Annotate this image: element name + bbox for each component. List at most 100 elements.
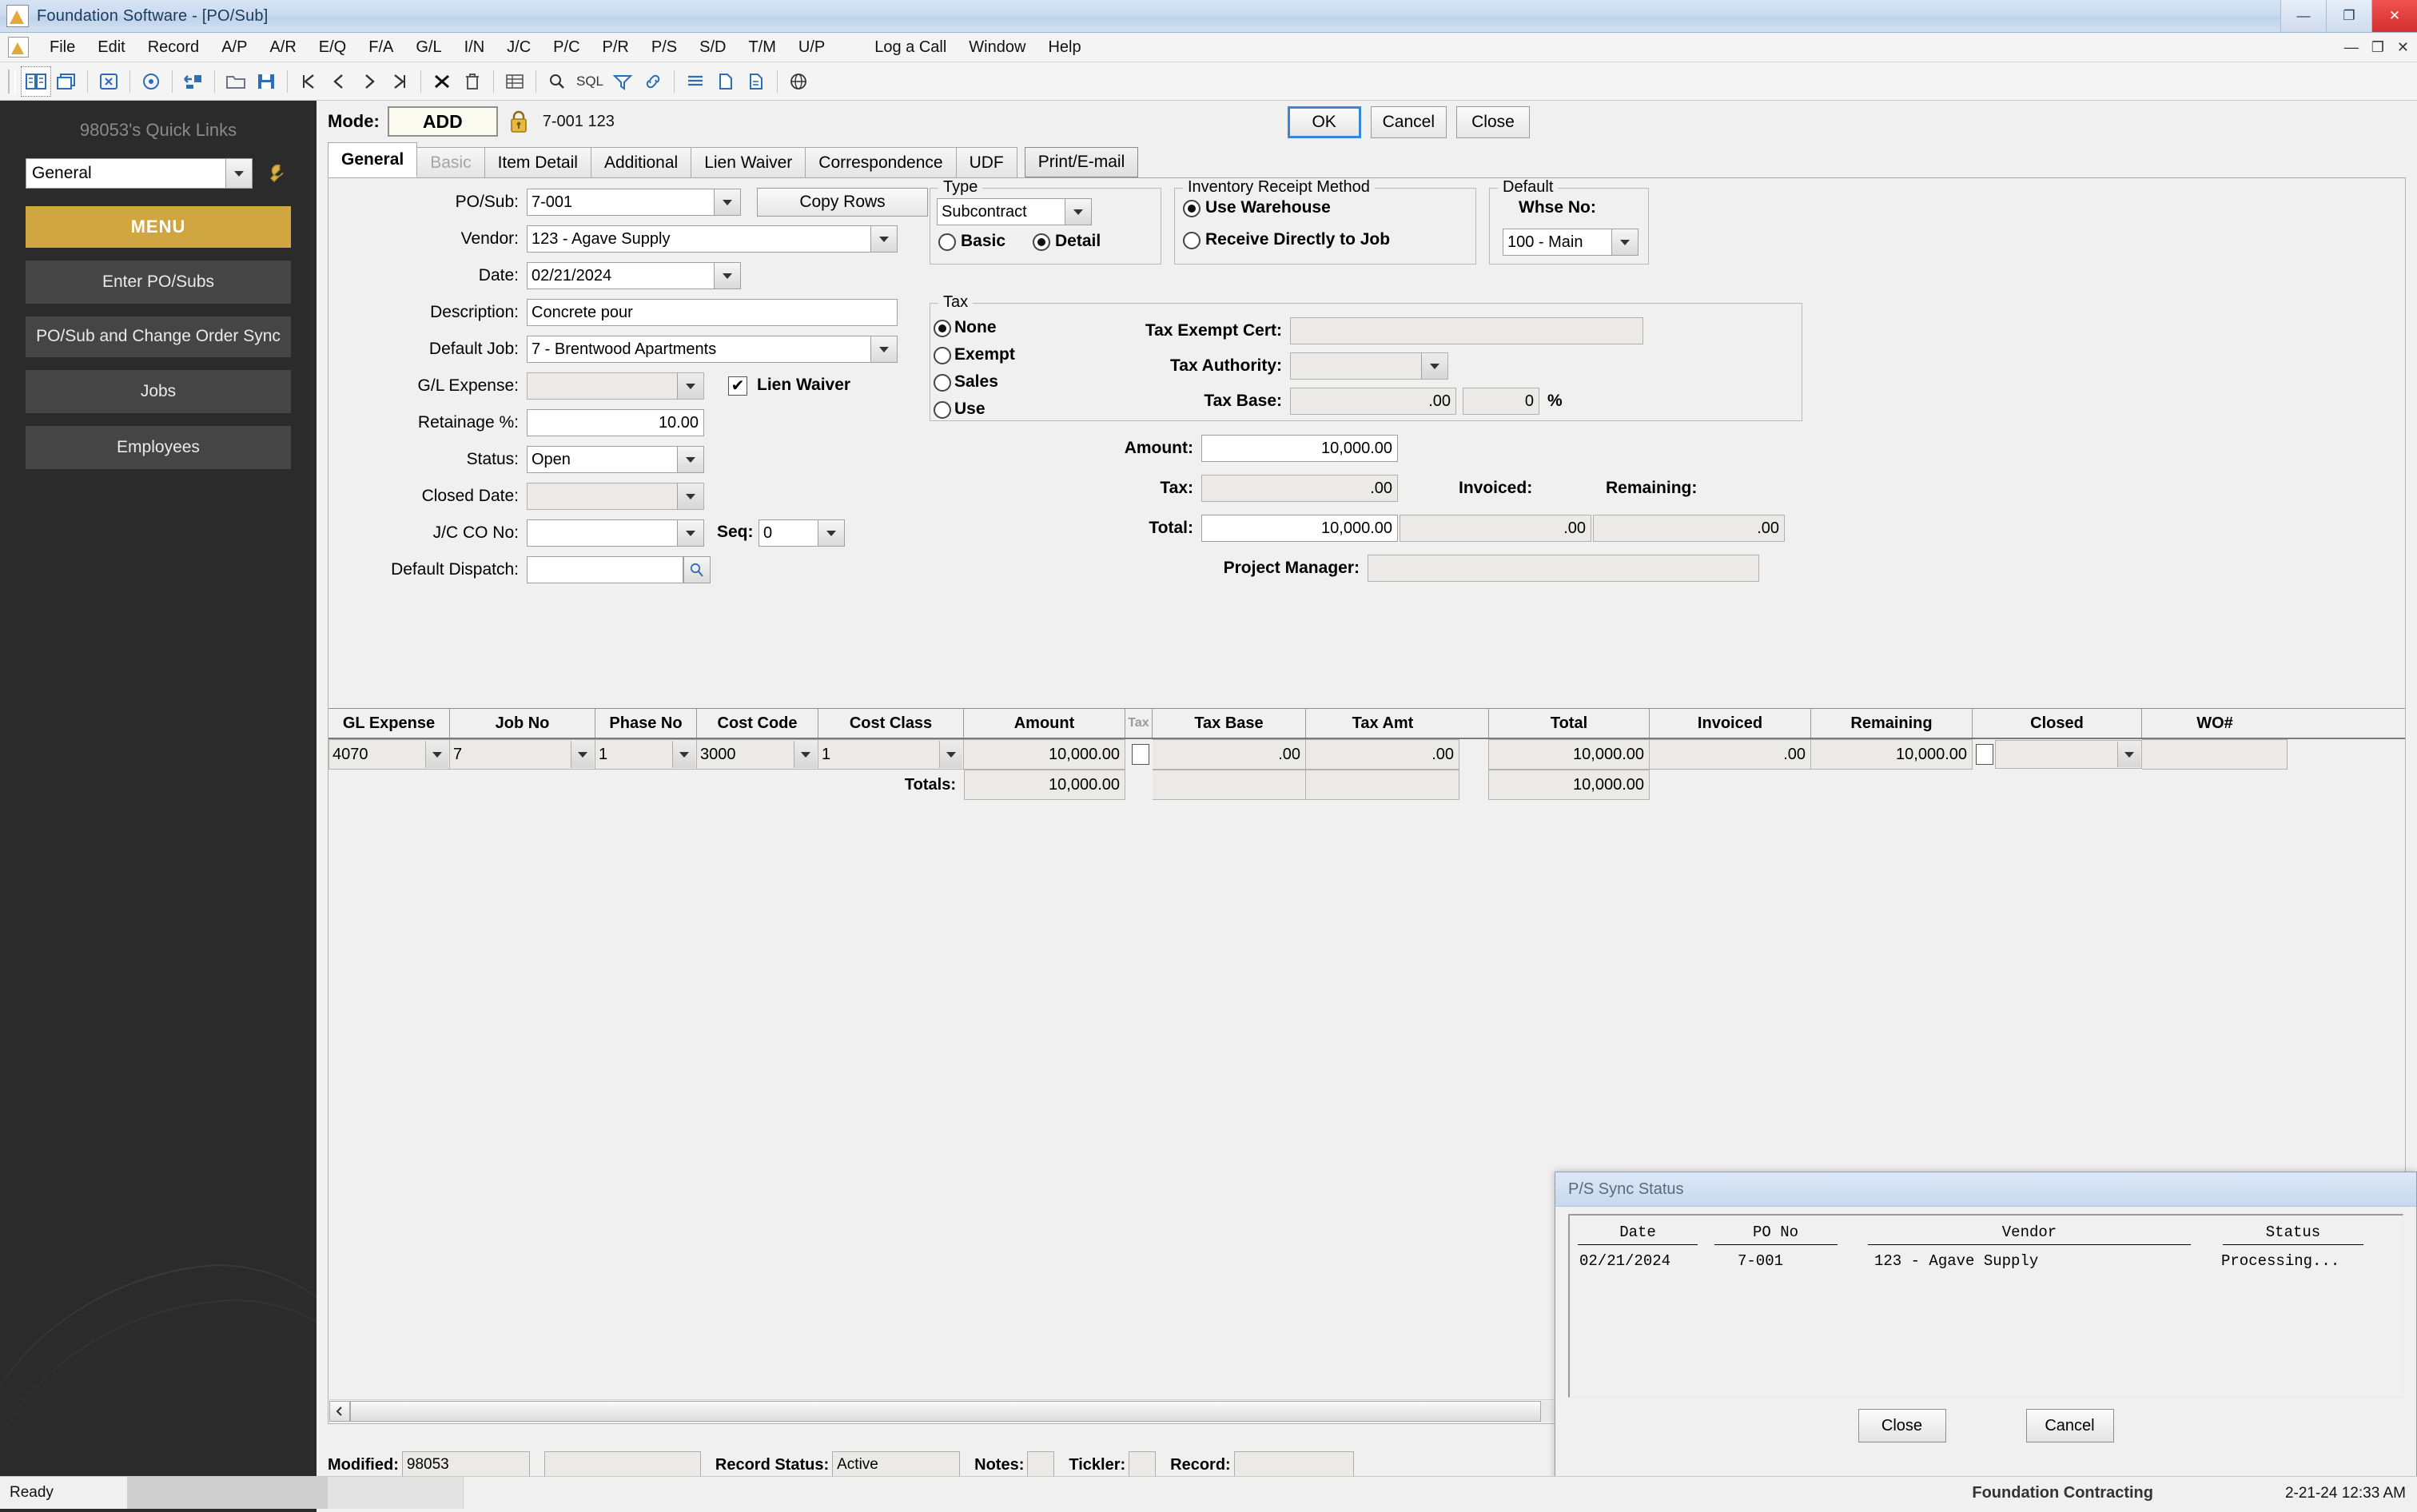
- type-select[interactable]: Subcontract: [937, 198, 1092, 225]
- previous-record-icon[interactable]: [324, 66, 354, 97]
- seq-field[interactable]: 0: [759, 519, 845, 547]
- wrench-icon[interactable]: [259, 158, 291, 189]
- close-form-button[interactable]: Close: [1456, 106, 1530, 138]
- menu-item-log-a-call[interactable]: Log a Call: [863, 38, 958, 57]
- chevron-down-icon[interactable]: [794, 741, 817, 768]
- cancel-button[interactable]: Cancel: [1371, 106, 1447, 138]
- menu-item-up[interactable]: U/P: [787, 38, 836, 57]
- status-field[interactable]: Open: [527, 446, 704, 473]
- chevron-down-icon[interactable]: [939, 741, 962, 768]
- jc-co-no-field[interactable]: [527, 519, 704, 547]
- gl-expense-field[interactable]: [527, 372, 704, 400]
- close-window-icon[interactable]: [94, 66, 124, 97]
- closed-date-field[interactable]: [527, 483, 704, 510]
- tab-item-detail[interactable]: Item Detail: [484, 147, 591, 177]
- cell-wo[interactable]: [2142, 739, 2288, 770]
- toolbar-grip[interactable]: [8, 70, 16, 94]
- maximize-button[interactable]: ❐: [2326, 0, 2371, 32]
- tab-general[interactable]: General: [328, 142, 417, 177]
- menu-item-ap[interactable]: A/P: [210, 38, 258, 57]
- grid-col-remaining[interactable]: Remaining: [1811, 709, 1973, 738]
- grid-col-gl-expense[interactable]: GL Expense: [329, 709, 450, 738]
- chevron-down-icon[interactable]: [1065, 199, 1091, 225]
- tab-correspondence[interactable]: Correspondence: [805, 147, 956, 177]
- menu-item-fa[interactable]: F/A: [357, 38, 404, 57]
- tax-use-radio[interactable]: [934, 401, 951, 419]
- menu-item-eq[interactable]: E/Q: [308, 38, 357, 57]
- link-icon[interactable]: [638, 66, 668, 97]
- cell-phase-no[interactable]: 1: [595, 739, 697, 770]
- menu-item-help[interactable]: Help: [1037, 38, 1092, 57]
- mdi-close-button[interactable]: ✕: [2397, 39, 2409, 56]
- menu-item-edit[interactable]: Edit: [86, 38, 136, 57]
- tax-authority-field[interactable]: [1290, 352, 1448, 380]
- chevron-down-icon[interactable]: [714, 263, 740, 288]
- retainage-field[interactable]: 10.00: [527, 409, 704, 436]
- menu-item-in[interactable]: I/N: [453, 38, 496, 57]
- tax-exempt-radio[interactable]: [934, 347, 951, 364]
- filter-icon[interactable]: [607, 66, 638, 97]
- save-icon[interactable]: [251, 66, 281, 97]
- tab-print-email[interactable]: Print/E-mail: [1025, 147, 1139, 177]
- chevron-down-icon[interactable]: [818, 520, 844, 546]
- chevron-down-icon[interactable]: [1611, 229, 1638, 255]
- grid-col-cost-code[interactable]: Cost Code: [697, 709, 818, 738]
- description-field[interactable]: Concrete pour: [527, 299, 898, 326]
- menu-item-record[interactable]: Record: [137, 38, 210, 57]
- type-detail-radio[interactable]: [1033, 233, 1050, 251]
- menu-item-file[interactable]: File: [38, 38, 86, 57]
- vendor-field[interactable]: 123 - Agave Supply: [527, 225, 898, 253]
- mdi-restore-button[interactable]: ❐: [2371, 39, 2384, 56]
- receive-directly-to-job-radio[interactable]: [1183, 232, 1201, 249]
- grid-col-wo[interactable]: WO#: [2142, 709, 2288, 738]
- menu-item-sd[interactable]: S/D: [688, 38, 737, 57]
- cell-amount[interactable]: 10,000.00: [964, 739, 1125, 770]
- chevron-down-icon[interactable]: [2117, 742, 2140, 767]
- table-row[interactable]: 4070 7 1 3000: [329, 739, 2405, 770]
- menu-item-pr[interactable]: P/R: [591, 38, 640, 57]
- chevron-down-icon[interactable]: [225, 159, 252, 188]
- cell-tax-amt[interactable]: .00: [1306, 739, 1459, 770]
- sidebar-item-employees[interactable]: Employees: [26, 426, 291, 469]
- grid-col-total[interactable]: Total: [1488, 709, 1650, 738]
- grid-col-tax[interactable]: Tax: [1125, 709, 1153, 738]
- default-job-field[interactable]: 7 - Brentwood Apartments: [527, 336, 898, 363]
- grid-col-cost-class[interactable]: Cost Class: [818, 709, 964, 738]
- whse-no-field[interactable]: 100 - Main: [1503, 229, 1639, 256]
- ok-button[interactable]: OK: [1288, 106, 1361, 138]
- cell-tax-checkbox[interactable]: [1132, 744, 1149, 765]
- chevron-down-icon[interactable]: [677, 483, 703, 509]
- find-icon[interactable]: [542, 66, 572, 97]
- cell-cost-class[interactable]: 1: [818, 739, 964, 770]
- notes-field[interactable]: [1027, 1451, 1054, 1478]
- chevron-down-icon[interactable]: [714, 189, 740, 215]
- chevron-down-icon[interactable]: [425, 741, 448, 768]
- first-record-icon[interactable]: [293, 66, 324, 97]
- tax-none-radio[interactable]: [934, 320, 951, 337]
- total-field[interactable]: 10,000.00: [1201, 515, 1398, 542]
- amount-field[interactable]: 10,000.00: [1201, 435, 1398, 462]
- delete-x-icon[interactable]: [427, 66, 457, 97]
- grid-col-phase-no[interactable]: Phase No: [595, 709, 697, 738]
- menu-item-ar[interactable]: A/R: [258, 38, 307, 57]
- tax-exempt-cert-field[interactable]: [1290, 317, 1643, 344]
- chevron-down-icon[interactable]: [870, 336, 897, 362]
- minimize-button[interactable]: —: [2280, 0, 2326, 32]
- sidebar-item-po-sub-and-change-order-sync[interactable]: PO/Sub and Change Order Sync: [26, 316, 291, 356]
- chevron-down-icon[interactable]: [1421, 353, 1447, 379]
- chevron-down-icon[interactable]: [672, 741, 695, 768]
- chevron-down-icon[interactable]: [870, 226, 897, 252]
- type-basic-radio[interactable]: [938, 233, 956, 251]
- close-button[interactable]: ✕: [2371, 0, 2417, 32]
- trash-icon[interactable]: [457, 66, 488, 97]
- tickler-field[interactable]: [1129, 1451, 1156, 1478]
- dialog-cancel-button[interactable]: Cancel: [2026, 1409, 2114, 1442]
- tab-lien-waiver[interactable]: Lien Waiver: [691, 147, 806, 177]
- date-field[interactable]: 02/21/2024: [527, 262, 741, 289]
- record-icon[interactable]: [136, 66, 166, 97]
- globe-icon[interactable]: [783, 66, 814, 97]
- grid-col-amount[interactable]: Amount: [964, 709, 1125, 738]
- sidebar-item-jobs[interactable]: Jobs: [26, 370, 291, 413]
- menu-item-gl[interactable]: G/L: [404, 38, 452, 57]
- cell-gl-expense[interactable]: 4070: [329, 739, 450, 770]
